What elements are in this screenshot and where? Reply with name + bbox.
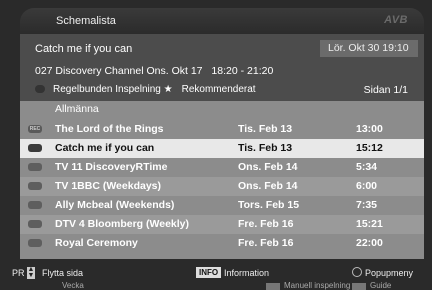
- channel-label: 027 Discovery Channel Ons. Okt 17: [35, 65, 203, 77]
- program-time: 22:00: [356, 237, 383, 249]
- category-label: Allmänna: [55, 103, 99, 115]
- legend: Regelbunden Inspelning ★ Rekommenderat: [35, 84, 256, 95]
- recording-icon: [28, 201, 42, 209]
- move-page-label: Flytta sida: [42, 268, 84, 278]
- guide-label: Guide: [370, 281, 392, 290]
- program-name: TV 1BBC (Weekdays): [55, 180, 162, 192]
- time-range: 18:20 - 21:20: [211, 65, 274, 77]
- info-button[interactable]: INFO: [196, 267, 222, 278]
- legend-recommended-label: Rekommenderat: [181, 84, 256, 95]
- info-label: Information: [224, 268, 270, 278]
- program-date: Fre. Feb 16: [238, 237, 294, 249]
- brand-logo: AVB: [384, 14, 408, 26]
- recording-icon: [28, 182, 42, 190]
- list-item[interactable]: Royal Ceremony Fre. Feb 16 22:00: [20, 234, 424, 253]
- schedule-list: Allmänna REC The Lord of the Rings Tis. …: [20, 101, 424, 259]
- program-name: DTV 4 Bloomberg (Weekly): [55, 218, 189, 230]
- program-name: Royal Ceremony: [55, 237, 138, 249]
- program-time: 13:00: [356, 123, 383, 135]
- recording-icon: [28, 163, 42, 171]
- schedule-list-screen: Schemalista AVB Catch me if you can Lör.…: [0, 0, 432, 290]
- program-name: TV 11 DiscoveryRTime: [55, 161, 168, 173]
- program-name: Catch me if you can: [55, 142, 155, 154]
- program-date: Tis. Feb 13: [238, 123, 293, 135]
- program-time: 6:00: [356, 180, 378, 192]
- category-header: Allmänna: [20, 101, 424, 118]
- recording-icon: [28, 239, 42, 247]
- manual-recording-button[interactable]: [266, 283, 280, 290]
- popup-menu-label: Popupmeny: [365, 268, 414, 278]
- legend-regular-label: Regelbunden Inspelning: [53, 84, 161, 95]
- up-down-arrows-icon: ▲ ▼: [27, 266, 35, 279]
- program-date: Fre. Feb 16: [238, 218, 294, 230]
- program-time: 5:34: [356, 161, 378, 173]
- list-item[interactable]: TV 1BBC (Weekdays) Ons. Feb 14 6:00: [20, 177, 424, 196]
- regular-recording-icon: [35, 85, 45, 94]
- program-time: 15:21: [356, 218, 383, 230]
- program-time: 7:35: [356, 199, 378, 211]
- program-date: Ons. Feb 14: [238, 180, 298, 192]
- pr-label: PR: [12, 268, 25, 278]
- list-item[interactable]: DTV 4 Bloomberg (Weekly) Fre. Feb 16 15:…: [20, 215, 424, 234]
- program-date: Tors. Feb 15: [238, 199, 300, 211]
- program-name: Ally Mcbeal (Weekends): [55, 199, 175, 211]
- program-name: The Lord of the Rings: [55, 123, 164, 135]
- ok-button-icon[interactable]: [352, 267, 362, 277]
- screen-title: Schemalista: [56, 15, 116, 27]
- list-item[interactable]: Ally Mcbeal (Weekends) Tors. Feb 15 7:35: [20, 196, 424, 215]
- page-indicator: Sidan 1/1: [363, 84, 408, 96]
- recording-icon: [28, 144, 42, 152]
- button-help-bar: PR ▲ ▼ Flytta sida INFO Information Popup…: [0, 264, 432, 290]
- list-item[interactable]: TV 11 DiscoveryRTime Ons. Feb 14 5:34: [20, 158, 424, 177]
- manual-recording-label: Manuell inspelning: [284, 281, 351, 290]
- list-item[interactable]: REC The Lord of the Rings Tis. Feb 13 13…: [20, 120, 424, 139]
- program-title: Catch me if you can: [35, 43, 133, 55]
- title-bar: Schemalista AVB: [20, 8, 424, 34]
- recording-icon: [28, 220, 42, 228]
- current-datetime: Lör. Okt 30 19:10: [320, 40, 418, 57]
- star-icon: ★: [163, 84, 173, 95]
- program-time: 15:12: [356, 142, 383, 154]
- list-item-selected[interactable]: Catch me if you can Tis. Feb 13 15:12: [20, 139, 424, 158]
- channel-info: 027 Discovery Channel Ons. Okt 17 18:20 …: [35, 65, 273, 77]
- guide-button[interactable]: [352, 283, 366, 290]
- week-label: Vecka: [62, 281, 84, 290]
- program-date: Ons. Feb 14: [238, 161, 298, 173]
- program-date: Tis. Feb 13: [238, 142, 293, 154]
- rec-icon: REC: [28, 125, 42, 133]
- program-info-panel: Catch me if you can Lör. Okt 30 19:10 02…: [20, 34, 424, 110]
